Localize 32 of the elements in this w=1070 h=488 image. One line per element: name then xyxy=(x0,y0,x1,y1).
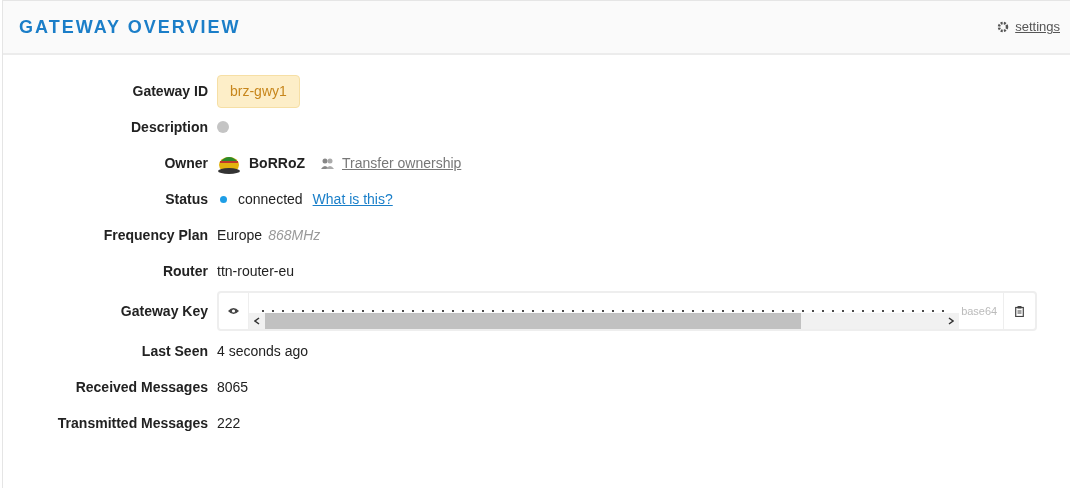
field-label: Gateway ID xyxy=(131,81,209,101)
transfer-link[interactable]: Transfer ownership xyxy=(321,152,462,174)
settings-link[interactable]: settings xyxy=(997,17,1060,37)
clipboard-icon xyxy=(1015,305,1025,317)
field-label: Last Seen xyxy=(140,341,209,361)
scroll-right-icon[interactable] xyxy=(948,317,955,325)
field-value: 8065 xyxy=(217,377,249,397)
owner-name: BoRRoZ xyxy=(249,153,305,173)
scrollbar[interactable] xyxy=(249,313,960,329)
users-icon xyxy=(321,157,334,169)
field-label: Received Messages xyxy=(74,377,209,397)
scroll-left-icon[interactable] xyxy=(254,317,261,325)
field-value: 4 seconds ago xyxy=(217,341,309,361)
field-label: Status xyxy=(164,189,209,209)
scrollbar-thumb[interactable] xyxy=(265,313,802,329)
field-label: Owner xyxy=(163,153,209,173)
field-label: Description xyxy=(130,117,209,137)
frequency-note: 868MHz xyxy=(268,225,321,245)
field-label: Router xyxy=(161,261,209,281)
eye-icon xyxy=(228,307,240,315)
field-label: Frequency Plan xyxy=(102,225,209,245)
gateway-id-badge: brz-gwy1 xyxy=(217,74,300,108)
field-value: ttn-router-eu xyxy=(217,261,295,281)
status-text: connected xyxy=(238,189,303,209)
encoding-label: base64 xyxy=(960,303,999,319)
field-label: Gateway Key xyxy=(119,301,209,321)
help-link[interactable]: What is this? xyxy=(312,188,393,210)
frequency-plan: Europe xyxy=(217,225,263,245)
settings-icon xyxy=(997,21,1010,33)
field-label: Transmitted Messages xyxy=(56,413,209,433)
page-title: GATEWAY OVERVIEW xyxy=(19,15,241,39)
field-value: 222 xyxy=(217,413,241,433)
